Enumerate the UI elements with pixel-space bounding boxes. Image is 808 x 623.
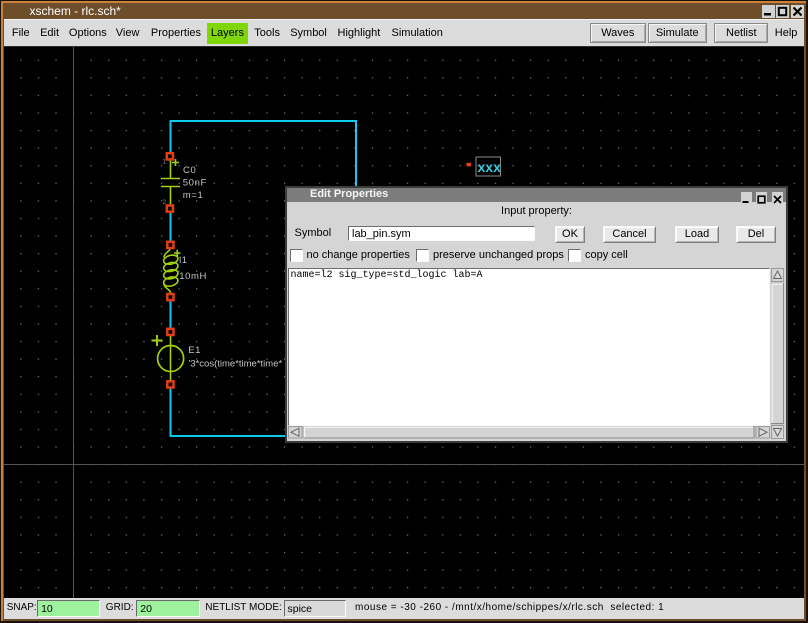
svg-text:xxx: xxx (478, 159, 502, 175)
svg-text:l1: l1 (179, 255, 188, 266)
svg-text:10mH: 10mH (179, 271, 207, 282)
svg-text:'3*cos(time*time*time*: '3*cos(time*time*time* (189, 359, 283, 370)
svg-text:50nF: 50nF (183, 177, 207, 188)
svg-text:2: 2 (163, 199, 167, 206)
svg-text:E1: E1 (188, 345, 201, 356)
svg-text:m=1: m=1 (183, 190, 204, 201)
svg-text:C0: C0 (183, 165, 196, 176)
svg-text:1: 1 (163, 159, 167, 166)
